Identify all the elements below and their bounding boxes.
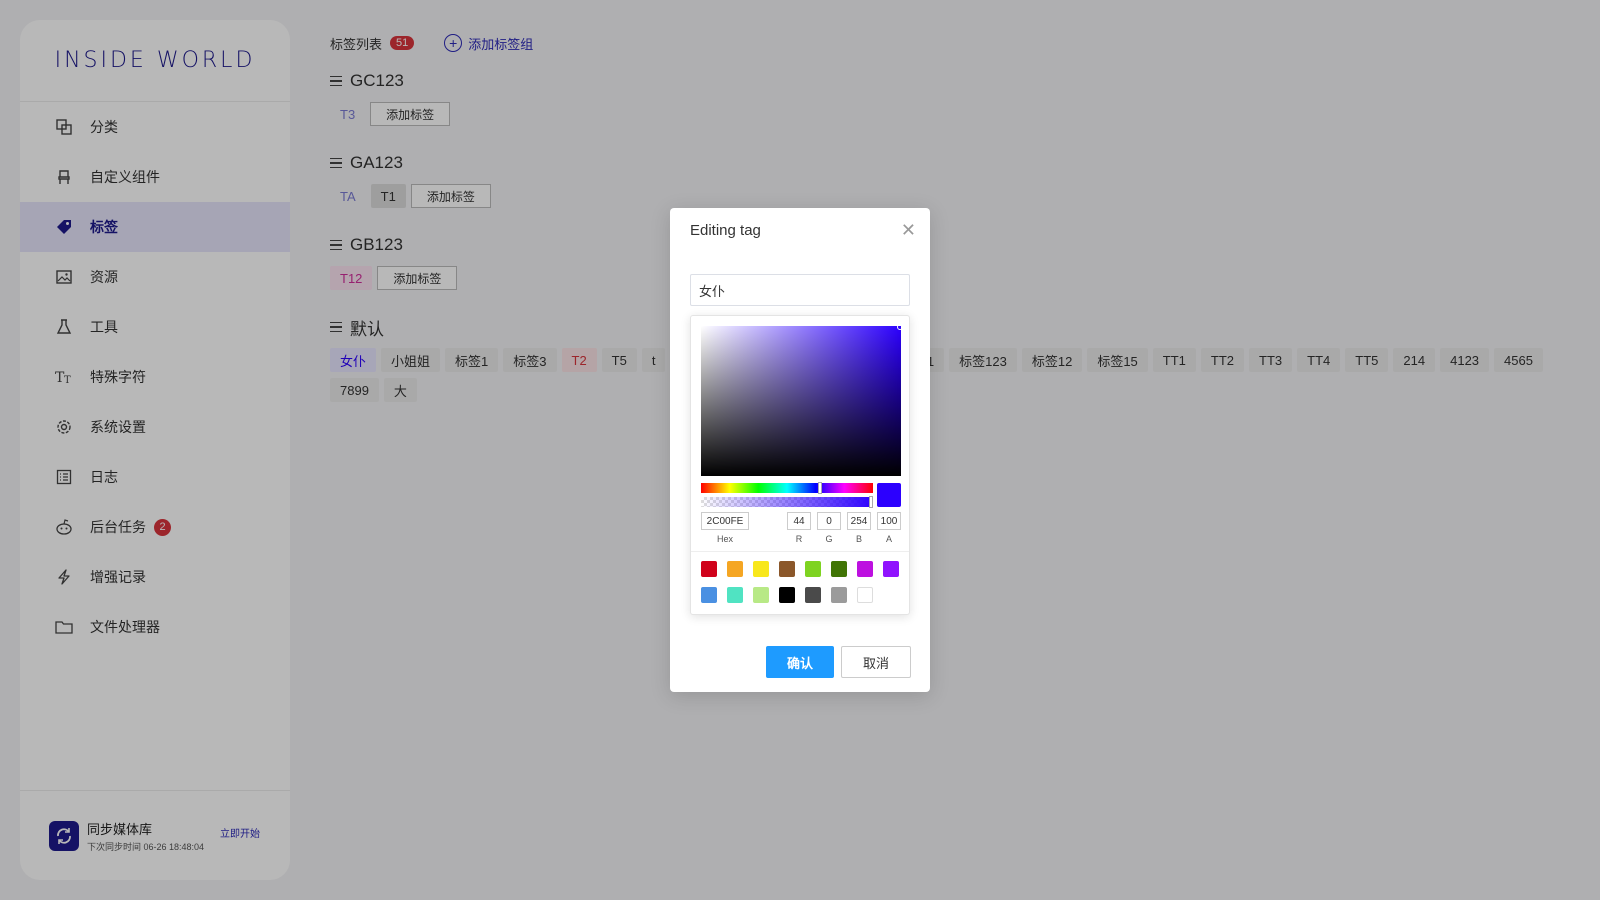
preset-color-swatch[interactable]	[857, 561, 873, 577]
close-icon[interactable]: ✕	[901, 220, 916, 241]
a-field: A	[877, 512, 901, 544]
hue-slider[interactable]	[701, 482, 873, 494]
hue-slider-handle[interactable]	[818, 482, 822, 494]
preset-color-swatch[interactable]	[701, 561, 717, 577]
current-color-swatch	[877, 483, 901, 507]
preset-color-swatch[interactable]	[779, 561, 795, 577]
g-field: G	[817, 512, 841, 544]
edit-tag-dialog: Editing tag ✕ Hex R	[670, 208, 930, 692]
g-label: G	[825, 534, 833, 544]
preset-color-swatch[interactable]	[805, 561, 821, 577]
preset-color-swatch[interactable]	[883, 561, 899, 577]
r-input[interactable]	[787, 512, 811, 530]
color-fields: Hex R G B A	[701, 512, 901, 544]
color-picker: Hex R G B A	[690, 315, 910, 615]
g-input[interactable]	[817, 512, 841, 530]
r-field: R	[787, 512, 811, 544]
hex-field: Hex	[701, 512, 749, 544]
preset-color-swatch[interactable]	[727, 561, 743, 577]
preset-color-swatch[interactable]	[831, 587, 847, 603]
saturation-pointer[interactable]	[897, 324, 903, 330]
hex-label: Hex	[716, 534, 733, 544]
preset-color-swatch[interactable]	[831, 561, 847, 577]
preset-color-swatch[interactable]	[727, 587, 743, 603]
alpha-slider-handle[interactable]	[869, 496, 873, 508]
a-label: A	[885, 534, 892, 544]
b-input[interactable]	[847, 512, 871, 530]
app-root: INSIDE WORLD 分类 自定义组件 标签 资源 工具 T T 特殊字符 …	[0, 0, 1600, 900]
r-label: R	[795, 534, 803, 544]
alpha-slider[interactable]	[701, 496, 873, 508]
preset-colors	[701, 561, 901, 603]
b-field: B	[847, 512, 871, 544]
a-input[interactable]	[877, 512, 901, 530]
divider	[691, 551, 909, 552]
preset-color-swatch[interactable]	[779, 587, 795, 603]
cancel-button[interactable]: 取消	[841, 646, 911, 678]
preset-color-swatch[interactable]	[857, 587, 873, 603]
preset-color-swatch[interactable]	[701, 587, 717, 603]
preset-color-swatch[interactable]	[753, 587, 769, 603]
confirm-button[interactable]: 确认	[766, 646, 834, 678]
saturation-area[interactable]	[701, 324, 903, 476]
hex-input[interactable]	[701, 512, 749, 530]
tag-name-input[interactable]	[690, 274, 910, 306]
preset-color-swatch[interactable]	[805, 587, 821, 603]
b-label: B	[855, 534, 862, 544]
dialog-title: Editing tag	[690, 222, 761, 239]
preset-color-swatch[interactable]	[753, 561, 769, 577]
